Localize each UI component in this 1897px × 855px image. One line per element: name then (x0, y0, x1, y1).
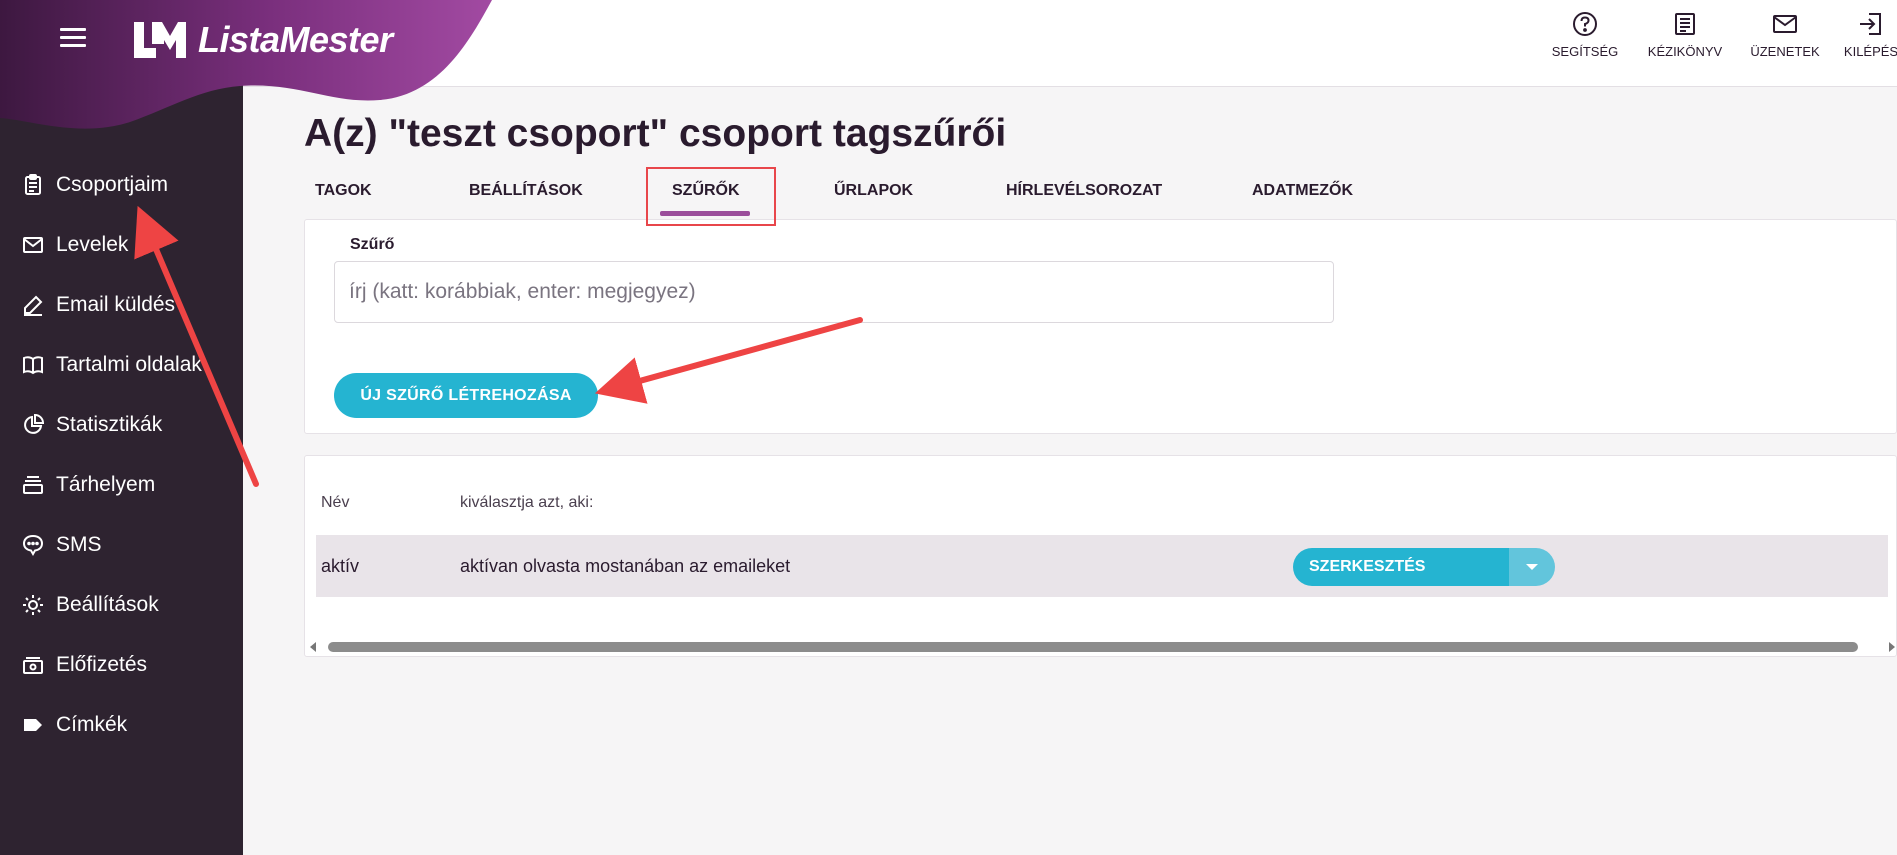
row-description-cell: aktívan olvasta mostanában az emaileket (460, 556, 791, 576)
sidebar-item-statisztikak[interactable]: Statisztikák (0, 395, 243, 455)
filter-search-input[interactable] (334, 261, 1334, 323)
help-icon (1573, 12, 1597, 36)
tag-icon (20, 712, 46, 738)
brand-logo[interactable]: ListaMester (130, 18, 393, 62)
pen-icon (20, 292, 46, 318)
row-action-group: SZERKESZTÉS (1293, 548, 1555, 586)
sidebar-item-cimkek[interactable]: Címkék (0, 695, 243, 755)
column-header-description: kiválasztja azt, aki: (460, 494, 594, 511)
tab-hirlevelsorozat[interactable]: HÍRLEVÉLSOROZAT (1006, 182, 1162, 200)
tab-beallitasok[interactable]: BEÁLLÍTÁSOK (469, 182, 583, 200)
sidebar-item-sms[interactable]: SMS (0, 515, 243, 575)
manual-label: KÉZIKÖNYV (1647, 44, 1723, 59)
sidebar-item-elofizetes[interactable]: Előfizetés (0, 635, 243, 695)
edit-dropdown-toggle[interactable] (1509, 548, 1555, 586)
sidebar-item-label: Email küldés (56, 293, 176, 316)
chat-icon (20, 532, 46, 558)
manual-icon (1675, 13, 1695, 35)
tab-adatmezok[interactable]: ADATMEZŐK (1252, 182, 1353, 200)
scroll-thumb[interactable] (328, 642, 1858, 652)
row-name-cell: aktív (321, 556, 360, 576)
sidebar-item-levelek[interactable]: Levelek (0, 215, 243, 275)
caret-down-icon (1526, 564, 1538, 570)
gear-icon (20, 592, 46, 618)
manual-button[interactable]: KÉZIKÖNYV (1645, 10, 1725, 59)
sidebar-item-csoportjaim[interactable]: Csoportjaim (0, 155, 243, 215)
sidebar-item-label: Előfizetés (56, 653, 148, 676)
logout-label: KILÉPÉS (1843, 44, 1897, 59)
logout-icon (1860, 13, 1881, 35)
sidebar-item-label: Tartalmi oldalak (56, 353, 202, 376)
sidebar-item-label: Beállítások (56, 593, 159, 616)
tab-tagok[interactable]: TAGOK (315, 182, 372, 200)
storage-icon (20, 472, 46, 498)
sidebar-item-label: Csoportjaim (56, 173, 169, 196)
new-filter-button[interactable]: ÚJ SZŰRŐ LÉTREHOZÁSA (334, 373, 598, 418)
filter-label: Szűrő (350, 236, 395, 253)
sidebar-item-tarhelyem[interactable]: Tárhelyem (0, 455, 243, 515)
tab-highlight-box (646, 167, 776, 226)
logout-button[interactable]: KILÉPÉS (1843, 10, 1897, 59)
top-actions: SEGÍTSÉG KÉZIKÖNYV ÜZENETEK KILÉPÉS (1545, 10, 1897, 59)
sidebar-item-label: SMS (56, 533, 102, 556)
help-label: SEGÍTSÉG (1551, 44, 1619, 59)
messages-button[interactable]: ÜZENETEK (1745, 10, 1825, 59)
help-button[interactable]: SEGÍTSÉG (1545, 10, 1625, 59)
messages-label: ÜZENETEK (1750, 44, 1820, 59)
menu-toggle-button[interactable] (60, 28, 86, 48)
brand-name: ListaMester (198, 19, 393, 60)
mail-icon (20, 232, 46, 258)
sidebar-nav: Csoportjaim Levelek Email küldés Tartalm… (0, 155, 243, 755)
scroll-right-icon[interactable] (1889, 642, 1895, 652)
sidebar-item-label: Levelek (56, 233, 129, 256)
edit-button[interactable]: SZERKESZTÉS (1293, 548, 1509, 586)
sidebar-item-tartalmi-oldalak[interactable]: Tartalmi oldalak (0, 335, 243, 395)
sidebar-item-label: Statisztikák (56, 413, 163, 436)
sidebar-item-beallitasok[interactable]: Beállítások (0, 575, 243, 635)
book-icon (20, 352, 46, 378)
pie-chart-icon (20, 412, 46, 438)
sidebar-item-label: Tárhelyem (56, 473, 156, 496)
money-icon (20, 652, 46, 678)
table-horizontal-scrollbar[interactable] (310, 640, 1897, 654)
sidebar-item-email-kuldes[interactable]: Email küldés (0, 275, 243, 335)
clipboard-icon (20, 172, 46, 198)
tab-urlapok[interactable]: ŰRLAPOK (834, 182, 913, 200)
lm-logo-icon (134, 22, 186, 58)
sidebar-item-label: Címkék (56, 713, 128, 736)
messages-icon (1773, 15, 1797, 33)
scroll-left-icon[interactable] (310, 642, 316, 652)
column-header-name: Név (321, 494, 350, 511)
